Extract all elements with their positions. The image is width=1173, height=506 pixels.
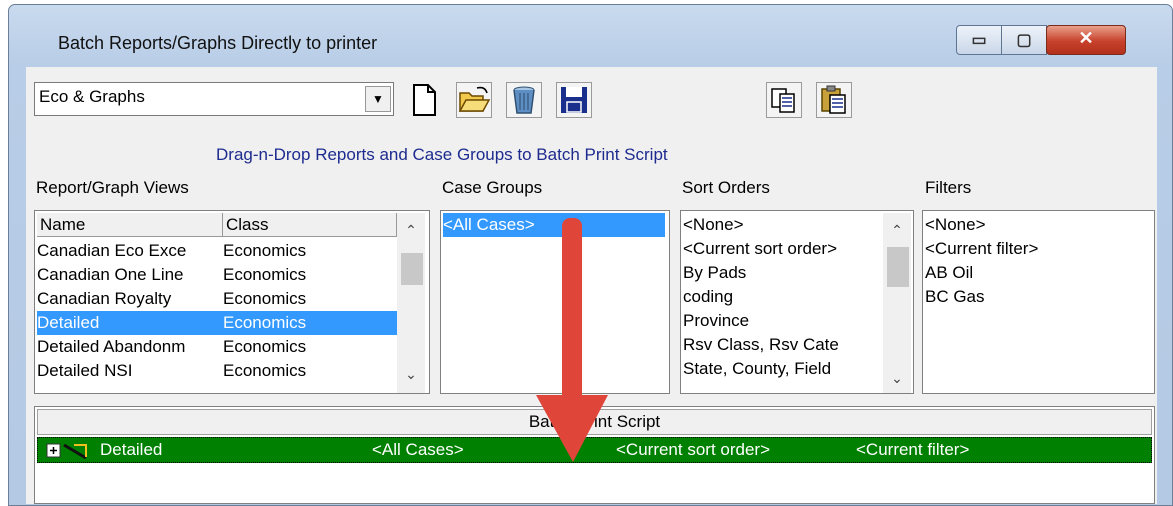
drag-arrow: [536, 218, 608, 462]
drag-arrow-overlay: [536, 218, 608, 462]
